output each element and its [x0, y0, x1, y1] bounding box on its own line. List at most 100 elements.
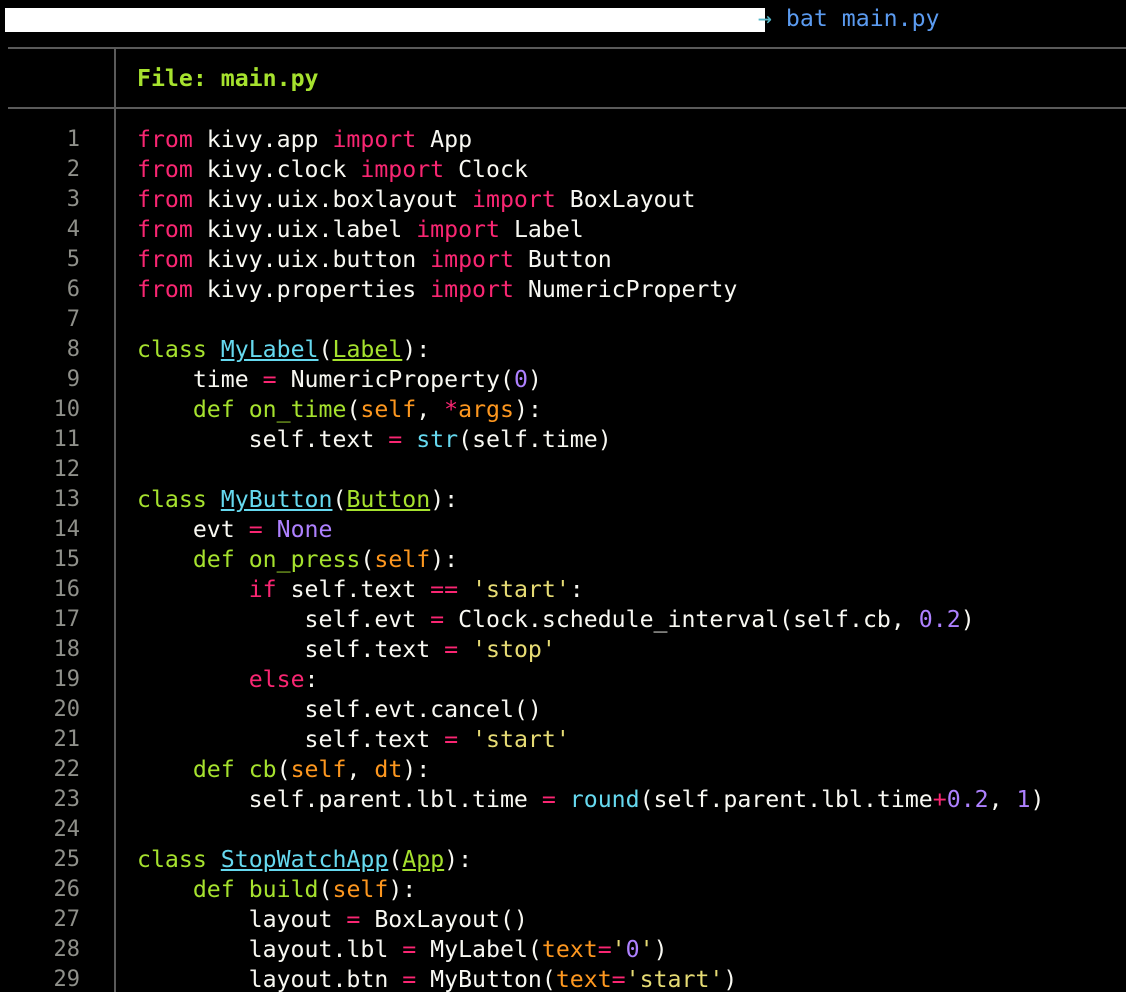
header-rule	[8, 107, 1126, 109]
code-token: )	[960, 606, 975, 633]
code-token: MyLabel	[220, 336, 319, 363]
code-token: *	[444, 396, 459, 423]
code-token: self.text	[276, 576, 431, 603]
code-token: +	[932, 786, 947, 813]
code-token: ):	[402, 756, 431, 783]
code-token: ==	[430, 576, 459, 603]
code-token: Button	[346, 486, 431, 513]
code-token: ):	[388, 876, 417, 903]
code-token: =	[597, 936, 612, 963]
code-line: def on_press(self):	[137, 545, 1117, 575]
code-token: ,	[988, 786, 1017, 813]
line-number: 6	[66, 277, 80, 302]
code-token: )	[1030, 786, 1045, 813]
code-token: 'stop'	[472, 636, 556, 663]
line-number: 18	[53, 637, 81, 662]
code-token: if	[248, 576, 277, 603]
line-number: 10	[53, 397, 81, 422]
code-token: from	[137, 126, 193, 153]
code-token: from	[137, 246, 193, 273]
code-token: ):	[444, 846, 473, 873]
prompt-command: → bat main.py	[758, 4, 940, 34]
gutter-divider	[114, 49, 116, 992]
code-token: time	[137, 366, 263, 393]
line-number: 28	[53, 937, 81, 962]
code-token: self	[360, 396, 417, 423]
code-token: self.evt	[137, 606, 431, 633]
code-view: from kivy.app import App from kivy.clock …	[137, 125, 1117, 992]
code-token: import	[332, 126, 417, 153]
code-token: layout	[137, 906, 347, 933]
line-number: 3	[66, 187, 80, 212]
code-token: round	[569, 786, 640, 813]
code-token: NumericProperty(	[276, 366, 514, 393]
code-line: self.text = 'start'	[137, 725, 1117, 755]
code-line: from kivy.clock import Clock	[137, 155, 1117, 185]
code-token: def	[192, 756, 235, 783]
code-token: self.parent.lbl.time	[137, 786, 542, 813]
code-token: None	[276, 516, 333, 543]
code-token: class	[137, 846, 207, 873]
code-line: self.evt = Clock.schedule_interval(self.…	[137, 605, 1117, 635]
code-token: Label	[499, 216, 584, 243]
code-token: 0.2	[946, 786, 989, 813]
line-number: 23	[53, 787, 81, 812]
code-line: from kivy.uix.boxlayout import BoxLayout	[137, 185, 1117, 215]
line-number: 7	[66, 307, 80, 332]
code-token: layout.btn	[137, 966, 403, 992]
code-line: class StopWatchApp(App):	[137, 845, 1117, 875]
code-token: =	[444, 726, 459, 753]
code-token: 0	[513, 366, 528, 393]
code-token: MyButton(	[416, 966, 556, 992]
code-token: from	[137, 216, 193, 243]
code-token: args	[458, 396, 514, 423]
code-token: str	[416, 426, 459, 453]
line-number: 16	[53, 577, 81, 602]
code-token: )	[723, 966, 738, 992]
code-token: (	[332, 486, 347, 513]
code-token: kivy.properties	[192, 276, 431, 303]
code-line: evt = None	[137, 515, 1117, 545]
code-token: kivy.uix.boxlayout	[192, 186, 473, 213]
line-number: 25	[53, 847, 81, 872]
top-rule	[8, 47, 1126, 49]
code-line: from kivy.properties import NumericPrope…	[137, 275, 1117, 305]
code-token: =	[430, 606, 445, 633]
code-line: layout.lbl = MyLabel(text='0')	[137, 935, 1117, 965]
code-token: def	[192, 876, 235, 903]
code-token: =	[388, 426, 403, 453]
code-token: 'start'	[472, 576, 570, 603]
code-token: from	[137, 186, 193, 213]
file-header-filename: main.py	[220, 65, 319, 92]
code-token: kivy.uix.label	[192, 216, 417, 243]
line-number: 2	[66, 157, 80, 182]
code-token: def	[192, 396, 235, 423]
code-token: Clock.schedule_interval(self.cb,	[444, 606, 919, 633]
code-token: (	[318, 336, 333, 363]
code-token: cb	[248, 756, 277, 783]
code-line: self.evt.cancel()	[137, 695, 1117, 725]
code-token: build	[248, 876, 319, 903]
code-token: layout.lbl	[137, 936, 403, 963]
code-token: self	[290, 756, 347, 783]
code-token: MyLabel(	[416, 936, 542, 963]
code-token: Button	[513, 246, 612, 273]
code-line: self.parent.lbl.time = round(self.parent…	[137, 785, 1117, 815]
code-token: import	[472, 186, 556, 213]
code-token: Clock	[444, 156, 528, 183]
line-number: 11	[53, 427, 81, 452]
code-token: )	[653, 936, 668, 963]
code-token: StopWatchApp	[220, 846, 389, 873]
line-number: 22	[53, 757, 81, 782]
line-number: 29	[53, 967, 81, 992]
code-token: (	[388, 846, 403, 873]
